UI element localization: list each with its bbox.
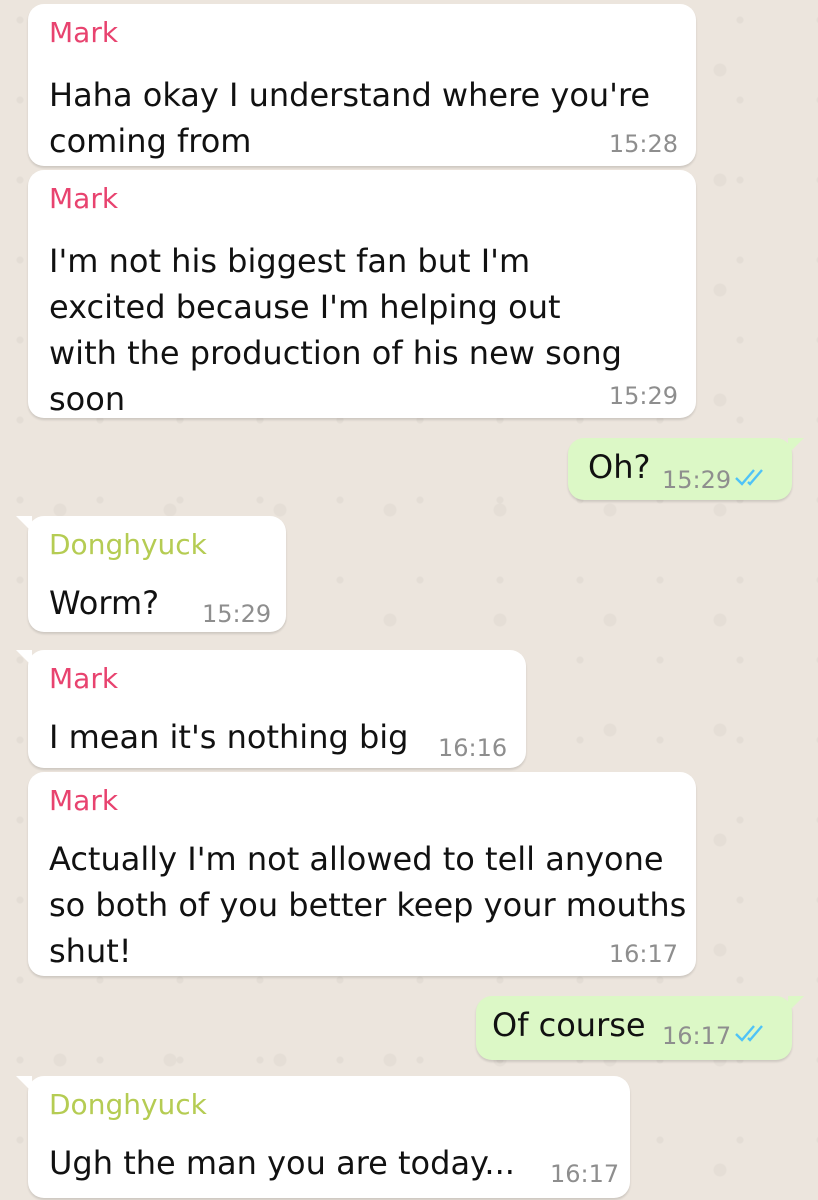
bubble-tail <box>788 438 804 454</box>
message-time: 16:17 <box>550 1160 620 1188</box>
message-time: 15:28 <box>608 130 678 158</box>
message-text: I'm not his biggest fan but I'm excited … <box>49 242 622 418</box>
message-bubble-incoming[interactable]: Mark Actually I'm not allowed to tell an… <box>28 772 696 976</box>
message-time: 16:16 <box>438 734 508 762</box>
message-text: Of course <box>492 1006 646 1044</box>
message-bubble-incoming[interactable]: Donghyuck Ugh the man you are today... 1… <box>16 1076 630 1198</box>
message-bubble-outgoing[interactable]: Oh? 15:29 <box>568 438 804 500</box>
message-text: Oh? <box>588 448 651 486</box>
message-text: Worm? <box>49 584 160 622</box>
message-bubble-outgoing[interactable]: Of course 16:17 <box>476 996 804 1060</box>
message-time: 15:29 <box>662 466 732 494</box>
bubble-tail <box>788 996 804 1012</box>
message-time: 16:17 <box>662 1022 732 1050</box>
sender-name: Donghyuck <box>49 1088 207 1121</box>
message-bubble-incoming[interactable]: Donghyuck Worm? 15:29 <box>16 516 286 632</box>
bubble-tail <box>16 650 32 666</box>
double-check-icon <box>735 469 763 486</box>
message-bubble-incoming[interactable]: Mark I mean it's nothing big 16:16 <box>16 650 526 768</box>
sender-name: Mark <box>49 182 119 215</box>
message-bubble-incoming[interactable]: Mark Haha okay I understand where you're… <box>28 4 696 166</box>
message-bubble-incoming[interactable]: Mark I'm not his biggest fan but I'm exc… <box>28 170 696 418</box>
message-text: Ugh the man you are today... <box>49 1144 515 1182</box>
sender-name: Mark <box>49 662 119 695</box>
bubble-tail <box>16 1076 32 1092</box>
sender-name: Mark <box>49 784 119 817</box>
message-text: Haha okay I understand where you're comi… <box>49 76 651 160</box>
sender-name: Donghyuck <box>49 528 207 561</box>
double-check-icon <box>735 1025 763 1042</box>
message-time: 16:17 <box>608 940 678 968</box>
sender-name: Mark <box>49 16 119 49</box>
message-time: 15:29 <box>608 382 678 410</box>
message-text: Actually I'm not allowed to tell anyone … <box>49 840 687 970</box>
bubble-tail <box>16 516 32 532</box>
message-time: 15:29 <box>202 600 272 628</box>
message-text: I mean it's nothing big <box>49 718 409 756</box>
